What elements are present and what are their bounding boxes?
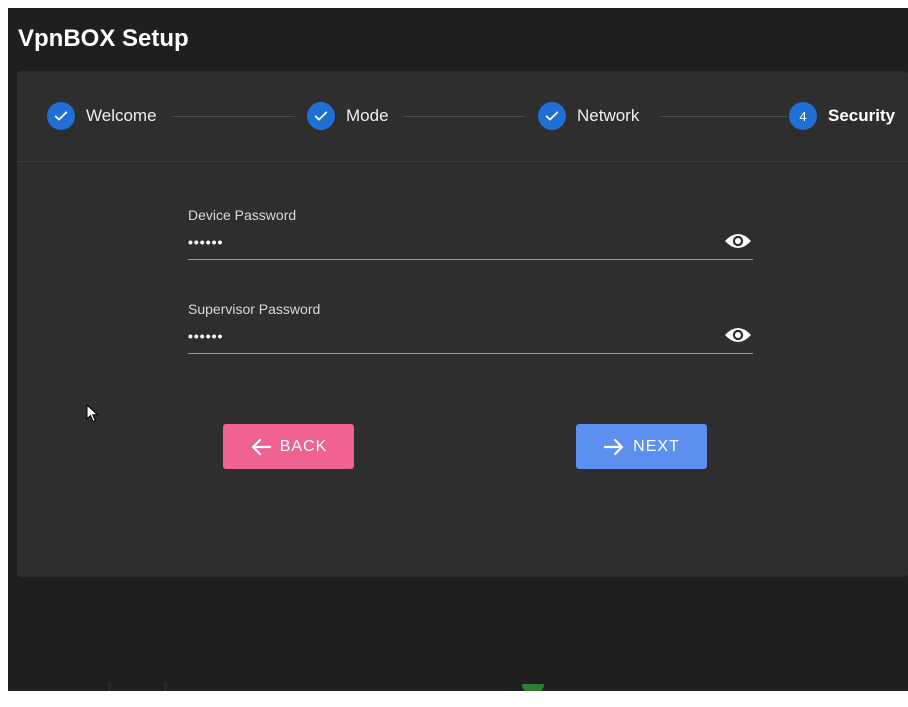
step-label: Welcome	[86, 106, 157, 125]
step-mode[interactable]: Mode	[307, 102, 389, 130]
supervisor-password-input[interactable]: ••••••	[188, 328, 223, 344]
step-number-badge: 4	[789, 102, 817, 130]
back-button[interactable]: BACK	[223, 424, 354, 469]
supervisor-password-field[interactable]: Supervisor Password ••••••	[188, 301, 753, 357]
step-label: Mode	[346, 106, 389, 125]
step-connector	[403, 116, 525, 117]
step-welcome[interactable]: Welcome	[47, 102, 157, 130]
mouse-cursor-icon	[86, 404, 99, 423]
check-icon	[538, 102, 566, 130]
setup-window: VpnBOX Setup Welcome Mode Network 4 Secu…	[8, 8, 908, 691]
check-icon	[307, 102, 335, 130]
next-button[interactable]: NEXT	[576, 424, 707, 469]
step-connector	[172, 116, 295, 117]
arrow-left-icon	[251, 438, 271, 455]
supervisor-password-underline	[188, 353, 753, 354]
supervisor-password-label: Supervisor Password	[188, 301, 321, 317]
page-title: VpnBOX Setup	[18, 25, 189, 52]
back-button-label: BACK	[279, 437, 328, 455]
device-password-underline	[188, 259, 753, 260]
bottom-strip	[8, 691, 908, 707]
stepper: Welcome Mode Network 4 Security	[17, 71, 908, 162]
setup-card: Welcome Mode Network 4 Security Device P…	[17, 71, 908, 577]
step-connector	[661, 116, 787, 117]
eye-icon[interactable]	[723, 325, 753, 345]
eye-icon[interactable]	[723, 231, 753, 251]
arrow-right-icon	[604, 438, 624, 455]
device-password-input[interactable]: ••••••	[188, 234, 223, 250]
step-network[interactable]: Network	[538, 102, 639, 130]
next-button-label: NEXT	[633, 437, 680, 455]
device-password-label: Device Password	[188, 207, 297, 223]
step-number: 4	[799, 108, 807, 124]
taskbar-artifact	[108, 682, 111, 691]
taskbar-artifact	[164, 682, 167, 691]
step-security[interactable]: 4 Security	[789, 102, 895, 130]
device-password-field[interactable]: Device Password ••••••	[188, 207, 753, 263]
step-label: Security	[828, 106, 896, 125]
step-label: Network	[577, 106, 640, 125]
check-icon	[47, 102, 75, 130]
